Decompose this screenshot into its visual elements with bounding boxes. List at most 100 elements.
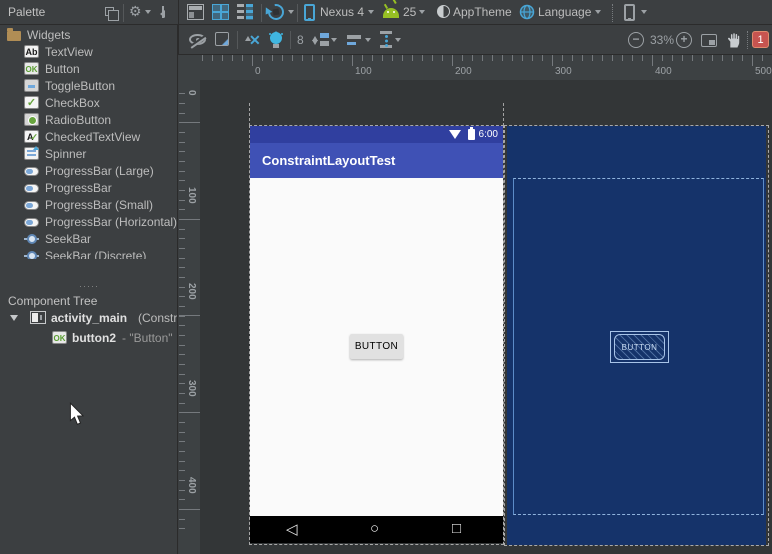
chevron-down-icon[interactable] [288,10,294,17]
palette-header: Palette ⚙ [0,0,178,25]
language-selector[interactable]: Language [538,5,591,19]
gear-icon[interactable]: ⚙ [129,4,142,18]
layout-content[interactable]: BUTTON [250,178,503,516]
palette-item-togglebutton[interactable]: ToggleButton [0,77,178,94]
palette-item-progressbar-large[interactable]: ProgressBar (Large) [0,162,178,179]
device-canvas[interactable]: 6:00 ConstraintLayoutTest BUTTON ◁ ○ □ [250,126,503,543]
zoom-to-fit-icon[interactable] [701,34,717,47]
chevron-down-icon[interactable] [145,10,151,17]
palette-item-label: CheckBox [45,96,100,110]
view-options-eye-icon[interactable] [189,34,206,45]
theme-icon[interactable] [437,5,450,18]
palette-group-label: Widgets [27,28,70,42]
checkedtext-icon [24,130,39,143]
chevron-down-icon[interactable] [595,10,601,17]
device-icon[interactable] [304,4,315,21]
palette-item-label: Button [45,62,80,76]
design-attributes-icon[interactable] [215,32,229,46]
palette-item-checkedtextview[interactable]: CheckedTextView [0,128,178,145]
clear-constraints-icon[interactable] [244,32,262,48]
status-time: 6:00 [479,129,498,140]
tree-node-name: button2 [72,331,116,345]
divider [297,4,298,22]
component-tree-title: Component Tree [8,294,97,308]
tree-node-name: activity_main [51,311,127,325]
collapse-panel-icon[interactable] [156,6,168,18]
seekbar-icon [24,249,39,259]
progress-icon [24,184,39,193]
palette-item-checkbox[interactable]: CheckBox [0,94,178,111]
design-view-icon[interactable] [187,4,204,20]
chevron-down-icon[interactable] [331,38,337,45]
mouse-cursor [66,402,88,426]
device-selector[interactable]: Nexus 4 [320,5,364,19]
palette-item-radiobutton[interactable]: RadioButton [0,111,178,128]
palette-item-progressbar-horizontal[interactable]: ProgressBar (Horizontal) [0,213,178,230]
tree-expand-icon[interactable] [10,315,18,325]
blueprint-view-icon[interactable] [212,4,229,20]
blueprint-button-selection[interactable]: BUTTON [610,331,669,363]
toggle-icon [24,79,39,92]
zoom-in-button[interactable]: + [676,32,692,48]
ruler-vertical: 0100200300400 [179,80,200,554]
both-views-icon[interactable] [237,4,254,20]
checkbox-icon [24,96,39,109]
chevron-down-icon[interactable] [641,10,647,17]
default-margin-value[interactable]: 8 [297,33,304,47]
tree-row-activity-main[interactable]: activity_main (ConstraintLayout) [0,308,178,328]
copy-icon[interactable] [105,7,114,16]
chevron-down-icon[interactable] [368,10,374,17]
design-toolbar-row1: Nexus 4 25 AppTheme Language [178,0,772,25]
textview-icon [24,45,39,58]
palette-item-progressbar-small[interactable]: ProgressBar (Small) [0,196,178,213]
palette-item-button[interactable]: Button [0,60,178,77]
palette-item-spinner[interactable]: Spinner [0,145,178,162]
palette-item-label: RadioButton [45,113,111,127]
palette-item-textview[interactable]: TextView [0,43,178,60]
align-icon[interactable] [347,33,363,47]
api-level-selector[interactable]: 25 [403,5,416,19]
orientation-icon[interactable] [265,1,287,23]
chevron-down-icon[interactable] [395,38,401,45]
zoom-out-button[interactable]: − [628,32,644,48]
tree-node-suffix: (ConstraintLayout) [138,311,178,325]
progress-icon [24,218,39,227]
left-panel: Widgets TextView ButtonToggleButton CheckB… [0,25,178,554]
palette-item-label: ProgressBar [45,181,112,195]
guidelines-icon[interactable] [380,31,392,48]
blueprint-button-widget[interactable]: BUTTON [614,334,665,360]
palette-group-widgets[interactable]: Widgets [0,26,178,43]
blueprint-canvas[interactable]: BUTTON [507,126,766,545]
selection-guide [249,103,250,126]
selection-guide [503,103,504,126]
zoom-level: 33% [650,33,674,47]
android-icon[interactable] [383,8,399,18]
palette-item-label: Spinner [45,147,86,161]
chevron-down-icon[interactable] [365,38,371,45]
palette-item-seekbar-discrete[interactable]: SeekBar (Discrete) [0,247,178,259]
theme-selector[interactable]: AppTheme [453,5,512,19]
button-icon [52,331,67,344]
pan-hand-icon[interactable] [725,31,742,49]
chevron-down-icon[interactable] [419,10,425,17]
infer-constraints-icon[interactable] [270,32,282,44]
divider [290,31,291,49]
app-bar-title: ConstraintLayoutTest [250,143,503,178]
palette-item-label: ProgressBar (Horizontal) [45,215,177,229]
design-button-widget[interactable]: BUTTON [350,334,403,359]
design-toolbar-row2: 8 − 33% + 1 [178,25,772,55]
panel-splitter[interactable]: ····· [0,283,178,291]
virtual-device-icon[interactable] [624,4,635,21]
divider [747,31,748,49]
constraintlayout-icon [30,311,46,324]
palette-list: Widgets TextView ButtonToggleButton CheckB… [0,26,178,259]
palette-item-label: SeekBar (Discrete) [45,249,146,260]
pack-icon[interactable] [312,32,329,48]
palette-item-seekbar[interactable]: SeekBar [0,230,178,247]
design-surface[interactable]: 0100200300400500 0100200300400 6:00 Cons… [179,55,772,554]
tree-row-button2[interactable]: button2 - "Button" [0,328,178,348]
palette-item-label: SeekBar [45,232,91,246]
palette-item-progressbar[interactable]: ProgressBar [0,179,178,196]
globe-icon[interactable] [519,4,535,20]
error-count-badge[interactable]: 1 [752,31,769,48]
